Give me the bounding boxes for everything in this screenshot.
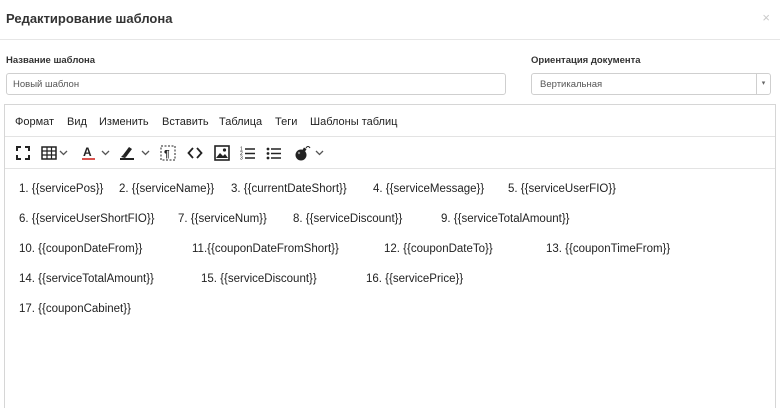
image-icon[interactable] [214,145,230,161]
placeholder-token: 6. {{serviceUserShortFIO}} [19,213,155,225]
editor-menubar: Формат Вид Изменить Вставить Таблица Тег… [5,105,775,137]
chevron-down-icon[interactable]: ▾ [756,74,770,94]
placeholder-token: 14. {{serviceTotalAmount}} [19,273,154,285]
placeholder-token: 1. {{servicePos}} [19,183,104,195]
menu-edit[interactable]: Изменить [99,116,149,128]
placeholder-token: 10. {{couponDateFrom}} [19,243,143,255]
bomb-icon[interactable] [293,145,327,161]
placeholder-token: 3. {{currentDateShort}} [231,183,347,195]
close-icon[interactable]: × [762,11,770,24]
svg-text:¶: ¶ [164,149,170,160]
placeholder-token: 13. {{couponTimeFrom}} [546,243,671,255]
template-name-input[interactable] [6,73,506,95]
highlight-color-icon[interactable] [119,145,153,161]
modal-title: Редактирование шаблона [6,11,173,26]
placeholder-token: 12. {{couponDateTo}} [384,243,493,255]
content-line: 10. {{couponDateFrom}} 11.{{couponDateFr… [19,243,769,261]
placeholder-token: 2. {{serviceName}} [119,183,215,195]
editor-toolbar: A ¶ 123 [5,137,775,169]
table-icon[interactable] [41,145,71,161]
rich-text-editor: Формат Вид Изменить Вставить Таблица Тег… [4,104,776,408]
source-code-icon[interactable] [187,145,203,161]
svg-text:3: 3 [240,156,243,162]
bullet-list-icon[interactable] [266,145,282,161]
placeholder-token: 15. {{serviceDiscount}} [201,273,317,285]
template-name-label: Название шаблона [6,55,96,66]
placeholder-token: 17. {{couponCabinet}} [19,303,131,315]
show-blocks-icon[interactable]: ¶ [160,145,176,161]
modal-header: Редактирование шаблона × [0,0,780,40]
content-line: 17. {{couponCabinet}} [19,303,769,321]
content-line: 14. {{serviceTotalAmount}} 15. {{service… [19,273,769,291]
placeholder-token: 4. {{serviceMessage}} [373,183,485,195]
text-color-icon[interactable]: A [81,145,113,161]
menu-table-templates[interactable]: Шаблоны таблиц [310,116,397,128]
menu-table[interactable]: Таблица [219,116,262,128]
svg-text:A: A [83,145,92,159]
menu-tags[interactable]: Теги [275,116,297,128]
orientation-value: Вертикальная [540,79,603,90]
placeholder-token: 7. {{serviceNum}} [178,213,267,225]
content-line: 1. {{servicePos}} 2. {{serviceName}} 3. … [19,183,769,201]
placeholder-token: 11.{{couponDateFromShort}} [192,243,339,255]
orientation-select[interactable]: Вертикальная ▾ [531,73,771,95]
numbered-list-icon[interactable]: 123 [240,145,256,161]
placeholder-token: 8. {{serviceDiscount}} [293,213,403,225]
orientation-label: Ориентация документа [531,55,641,66]
menu-format[interactable]: Формат [15,116,54,128]
menu-view[interactable]: Вид [67,116,87,128]
placeholder-token: 5. {{serviceUserFIO}} [508,183,617,195]
placeholder-token: 16. {{servicePrice}} [366,273,464,285]
content-line: 6. {{serviceUserShortFIO}} 7. {{serviceN… [19,213,769,231]
menu-insert[interactable]: Вставить [162,116,209,128]
fullscreen-icon[interactable] [15,145,31,161]
placeholder-token: 9. {{serviceTotalAmount}} [441,213,570,225]
